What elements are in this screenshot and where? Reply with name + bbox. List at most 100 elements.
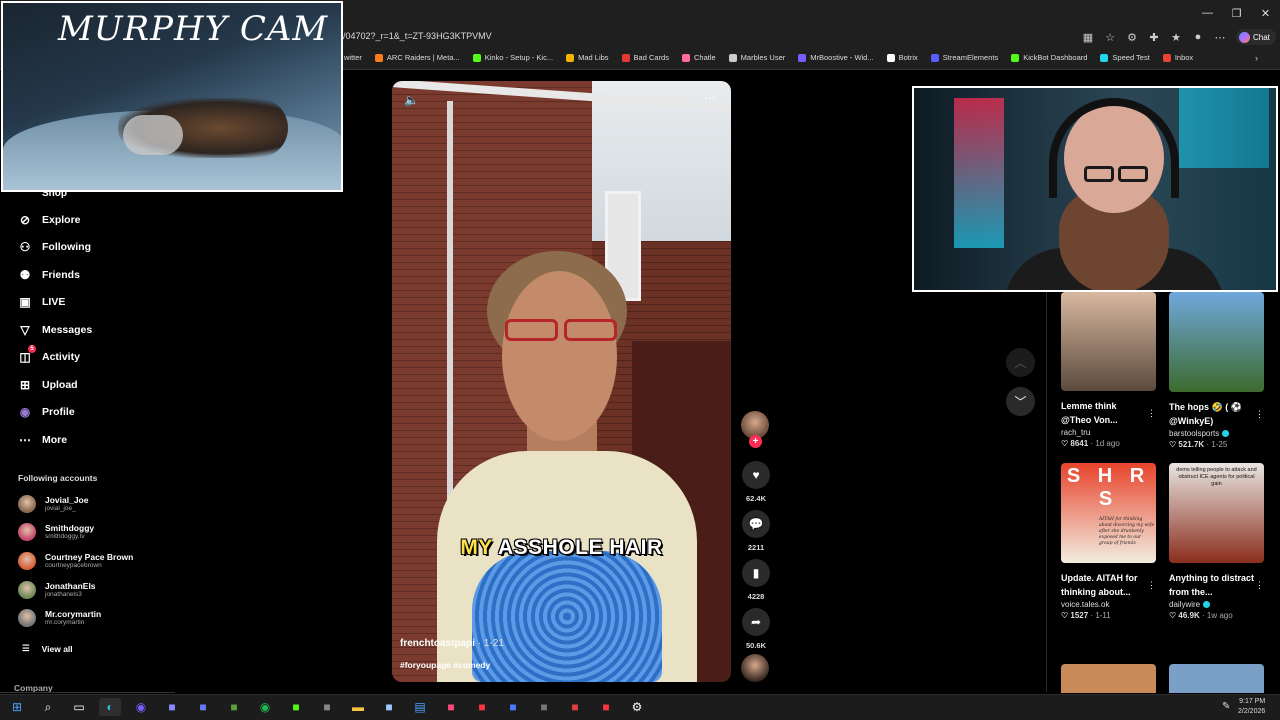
sidebar-item-activity[interactable]: ◫ 5 Activity	[18, 345, 80, 364]
comment-button[interactable]: 💬 2211	[741, 510, 771, 552]
app-icon-2[interactable]: ■	[192, 698, 214, 716]
view-all-button[interactable]: ☰ View all	[22, 643, 73, 654]
settings-icon[interactable]: ⚙	[626, 698, 648, 716]
share-button[interactable]: ➦ 50.6K	[741, 608, 771, 650]
recommended-video-card[interactable]: The hops 🤣 ( ⚽ @WinkyE) ⋮ barstoolsports ♡ …	[1169, 292, 1264, 449]
close-icon[interactable]: ✕	[1251, 0, 1280, 26]
bookmark-item[interactable]: Inbox	[1162, 53, 1193, 62]
reader-icon[interactable]: ▦	[1080, 29, 1096, 45]
recommended-video-card[interactable]: Lemme think @Theo Von... ⋮ rach_tru ♡ 8641 …	[1061, 292, 1156, 448]
bookmark-item[interactable]: KickBot Dashboard	[1011, 53, 1087, 62]
sidebar-item-friends[interactable]: ⚉ Friends	[18, 268, 80, 282]
minecraft-icon[interactable]: ■	[223, 698, 245, 716]
app-icon-4[interactable]: ■	[316, 698, 338, 716]
copilot-chat-button[interactable]: Chat	[1236, 29, 1276, 45]
minimize-icon[interactable]: —	[1193, 0, 1222, 26]
extension-icon[interactable]: ⚙	[1124, 29, 1140, 45]
video-title[interactable]: Anything to distract from the...	[1169, 571, 1254, 599]
sidebar-item-profile[interactable]: ◉ Profile	[18, 405, 75, 419]
following-account-item[interactable]: Courtney Pace Brown courtneypacebrown	[18, 552, 133, 570]
video-title[interactable]: The hops 🤣 ( ⚽ @WinkyE)	[1169, 400, 1254, 428]
taskbar-clock[interactable]: 9:17 PM 2/2/2026	[1238, 697, 1265, 717]
save-button[interactable]: ▮ 4228	[741, 559, 771, 601]
like-button[interactable]: ♥ 62.4K	[741, 461, 771, 503]
app-icon-6[interactable]: ■	[440, 698, 462, 716]
sidebar-item-label: Following	[42, 241, 91, 253]
card-more-icon[interactable]: ⋮	[1147, 580, 1156, 591]
app-icon-9[interactable]: ■	[533, 698, 555, 716]
chat-app-icon[interactable]: ◉	[130, 698, 152, 716]
bookmark-item[interactable]: Marbles User	[728, 53, 785, 62]
card-more-icon[interactable]: ⋮	[1255, 409, 1264, 420]
bookmarks-more-icon[interactable]: ›	[1255, 53, 1258, 63]
sidebar-item-live[interactable]: ▣ LIVE	[18, 295, 65, 309]
sidebar-item-explore[interactable]: ⊘ Explore	[18, 213, 81, 227]
app-icon-8[interactable]: ■	[502, 698, 524, 716]
bookmark-item[interactable]: Chatle	[681, 53, 716, 62]
sidebar-item-more[interactable]: ⋯ More	[18, 433, 67, 447]
sidebar-item-messages[interactable]: ▽ Messages	[18, 323, 92, 337]
windows-start-icon[interactable]: ⊞	[6, 698, 28, 716]
sound-disc-avatar[interactable]	[741, 654, 769, 682]
sidebar-item-following[interactable]: ⚇ Following	[18, 240, 91, 254]
app-icon-3[interactable]: ■	[285, 698, 307, 716]
video-thumbnail[interactable]: S H R S AITAH for thinking about divorcin…	[1061, 463, 1156, 563]
bookmark-item[interactable]: Speed Test	[1100, 53, 1150, 62]
video-player[interactable]: MY ASSHOLE HAIR 🔈 ⋯ frenchtoastpapi · 1-…	[392, 81, 731, 682]
video-thumbnail[interactable]	[1169, 292, 1264, 392]
following-account-item[interactable]: Mr.corymartin mr.corymartin	[18, 609, 101, 627]
recommended-video-card[interactable]: dems telling people to attack and obstru…	[1169, 463, 1264, 620]
following-account-item[interactable]: Smithdoggy smithdoggy.tv	[18, 523, 94, 541]
follow-plus-button[interactable]: +	[749, 435, 762, 448]
bookmark-item[interactable]: Botrix	[886, 53, 918, 62]
recommended-video-card[interactable]: S H R S AITAH for thinking about divorcin…	[1061, 463, 1156, 620]
previous-video-button[interactable]: ︿	[1006, 348, 1035, 377]
profile-avatar-icon[interactable]: ●	[1190, 29, 1206, 45]
bookmark-item[interactable]: MrBoostive - Wid...	[798, 53, 874, 62]
app-icon-1[interactable]: ■	[161, 698, 183, 716]
file-explorer-icon[interactable]: ▬	[347, 698, 369, 716]
app-icon-7[interactable]: ■	[471, 698, 493, 716]
card-author[interactable]: rach_tru	[1061, 428, 1156, 437]
bookmark-item[interactable]: ARC Raiders | Meta...	[374, 53, 460, 62]
extensions-puzzle-icon[interactable]: ✚	[1146, 29, 1162, 45]
card-more-icon[interactable]: ⋮	[1147, 408, 1156, 419]
video-thumbnail[interactable]: dems telling people to attack and obstru…	[1169, 463, 1264, 563]
card-author[interactable]: voice.tales.ok	[1061, 600, 1156, 609]
bookmark-item[interactable]: Kinko - Setup - Kic...	[472, 53, 553, 62]
card-author[interactable]: barstoolsports	[1169, 429, 1264, 438]
bookmark-item[interactable]: StreamElements	[930, 53, 998, 62]
app-icon-5[interactable]: ■	[378, 698, 400, 716]
favorite-star-icon[interactable]: ☆	[1102, 29, 1118, 45]
menu-dots-icon[interactable]: ⋯	[1212, 29, 1228, 45]
volume-icon[interactable]: 🔈	[404, 93, 419, 107]
video-title[interactable]: Lemme think @Theo Von...	[1061, 399, 1146, 427]
sidebar-item-upload[interactable]: ⊞ Upload	[18, 378, 78, 392]
video-hashtags[interactable]: #foryoupage #comedy	[400, 660, 490, 670]
video-title[interactable]: Update. AITAH for thinking about...	[1061, 571, 1146, 599]
bookmark-item[interactable]: Bad Cards	[621, 53, 669, 62]
following-account-item[interactable]: JonathanEls jonathanels3	[18, 581, 96, 599]
app-icon-10[interactable]: ■	[564, 698, 586, 716]
spotify-icon[interactable]: ◉	[254, 698, 276, 716]
bookmark-item[interactable]: Mad Libs	[566, 53, 609, 62]
video-thumbnail[interactable]	[1061, 664, 1156, 693]
pen-icon[interactable]: ✎	[1222, 701, 1230, 712]
restore-icon[interactable]: ❐	[1222, 0, 1251, 26]
video-thumbnail[interactable]	[1169, 664, 1264, 693]
favorites-icon[interactable]: ★	[1168, 29, 1184, 45]
search-icon[interactable]: ⌕	[37, 698, 59, 716]
bookmark-item[interactable]: witter	[344, 53, 362, 62]
task-view-icon[interactable]: ▭	[68, 698, 90, 716]
url-text[interactable]: /04702?_r=1&_t=ZT-93HG3KTPVMV	[343, 31, 492, 41]
video-author[interactable]: frenchtoastpapi · 1-21	[400, 638, 504, 649]
video-more-icon[interactable]: ⋯	[704, 91, 716, 105]
notepad-icon[interactable]: ▤	[409, 698, 431, 716]
app-icon-11[interactable]: ■	[595, 698, 617, 716]
card-author[interactable]: dailywire	[1169, 600, 1264, 609]
video-thumbnail[interactable]	[1061, 292, 1156, 391]
next-video-button[interactable]: ﹀	[1006, 387, 1035, 416]
card-more-icon[interactable]: ⋮	[1255, 580, 1264, 591]
following-account-item[interactable]: Jovial_Joe jovial_joe_	[18, 495, 88, 513]
edge-icon[interactable]: ◐	[99, 698, 121, 716]
